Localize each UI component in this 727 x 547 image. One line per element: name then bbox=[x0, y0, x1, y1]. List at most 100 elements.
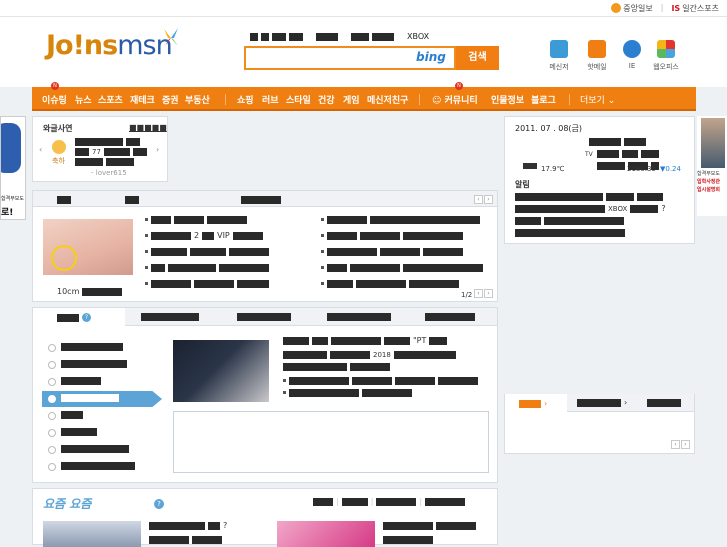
right-tab[interactable] bbox=[647, 398, 684, 407]
topic-radio[interactable] bbox=[48, 344, 56, 352]
news-photo[interactable] bbox=[43, 219, 133, 275]
chevron-right-icon[interactable]: › bbox=[484, 289, 493, 298]
topic-radio[interactable] bbox=[48, 378, 56, 386]
news-headline[interactable] bbox=[145, 247, 272, 259]
news-headline[interactable] bbox=[321, 263, 486, 275]
news-headline[interactable] bbox=[321, 215, 483, 227]
chevron-left-icon[interactable]: ‹ bbox=[474, 195, 483, 204]
topic-photo[interactable] bbox=[173, 340, 269, 402]
ezine-headline[interactable] bbox=[383, 535, 436, 547]
topic-tab[interactable] bbox=[237, 312, 294, 321]
photo-caption[interactable]: 10cm bbox=[57, 287, 125, 299]
topic-text[interactable]: 2018 bbox=[283, 350, 459, 362]
help-icon[interactable]: ? bbox=[82, 313, 91, 322]
topic-item[interactable] bbox=[61, 444, 132, 456]
search-tab[interactable] bbox=[250, 32, 306, 41]
info-line[interactable] bbox=[589, 137, 649, 149]
nav-item[interactable]: 재테크 bbox=[130, 93, 155, 106]
news-headline[interactable] bbox=[145, 215, 250, 227]
right-tab-active[interactable]: › bbox=[505, 394, 567, 412]
nav-item[interactable]: 이슈링 bbox=[42, 93, 67, 106]
news-tab[interactable] bbox=[57, 195, 74, 204]
topic-radio[interactable] bbox=[48, 412, 56, 420]
topic-item[interactable] bbox=[61, 342, 126, 354]
nav-item[interactable]: 블로그 bbox=[531, 93, 556, 106]
ezine-headline[interactable] bbox=[383, 521, 479, 533]
nav-item[interactable]: 스포츠 bbox=[98, 93, 123, 106]
chevron-left-icon[interactable]: ‹ bbox=[39, 145, 42, 154]
ezine-tabs[interactable]: | | | bbox=[313, 497, 468, 509]
messenger-link[interactable]: 메신저 bbox=[546, 40, 572, 72]
topic-item[interactable] bbox=[61, 376, 104, 388]
chevron-right-icon[interactable]: › bbox=[681, 440, 690, 449]
topic-radio-selected[interactable] bbox=[48, 395, 56, 403]
topic-link[interactable] bbox=[283, 388, 415, 400]
nav-item[interactable]: 게임 bbox=[343, 93, 360, 106]
topic-link[interactable] bbox=[283, 376, 481, 388]
topic-item[interactable] bbox=[61, 461, 138, 473]
hotmail-link[interactable]: 핫메일 bbox=[584, 40, 610, 72]
help-icon[interactable]: ? bbox=[154, 499, 164, 509]
news-headline[interactable] bbox=[321, 231, 466, 243]
nav-item[interactable]: 메신저친구 bbox=[367, 93, 408, 106]
notice-item[interactable]: XBOX? bbox=[515, 204, 666, 216]
notice-item[interactable] bbox=[515, 192, 666, 204]
ezine-photo[interactable] bbox=[277, 521, 375, 547]
topic-comment-box[interactable] bbox=[173, 411, 489, 473]
topic-tab-active[interactable]: ? bbox=[33, 308, 125, 326]
ezine-headline[interactable]: ? bbox=[149, 521, 227, 533]
info-line[interactable] bbox=[597, 149, 662, 161]
notice-item[interactable] bbox=[515, 228, 628, 240]
nav-item[interactable]: 증권 bbox=[162, 93, 179, 106]
chevron-right-icon[interactable]: › bbox=[156, 145, 159, 154]
topic-radio[interactable] bbox=[48, 429, 56, 437]
nav-more[interactable]: 더보기 ⌄ bbox=[580, 93, 615, 106]
right-tab[interactable]: › bbox=[577, 398, 627, 407]
ezine-logo[interactable]: 요즘 요즘 bbox=[43, 495, 91, 512]
nav-item[interactable]: 건강 bbox=[318, 93, 335, 106]
chevron-left-icon[interactable]: ‹ bbox=[474, 289, 483, 298]
nav-item[interactable]: 쇼핑 bbox=[237, 93, 254, 106]
search-tab[interactable] bbox=[316, 32, 341, 41]
search-tab-xbox[interactable]: XBOX bbox=[407, 32, 429, 41]
topic-item[interactable] bbox=[61, 359, 130, 371]
nav-item[interactable]: 스타일 bbox=[286, 93, 311, 106]
ilgan-sports-link[interactable]: IS 일간스포츠 bbox=[671, 3, 719, 14]
topic-item[interactable] bbox=[61, 393, 122, 405]
topic-tab[interactable] bbox=[327, 312, 394, 321]
notice-item[interactable] bbox=[515, 216, 627, 228]
chevron-left-icon[interactable]: ‹ bbox=[671, 440, 680, 449]
news-headline[interactable]: 2 VIP bbox=[145, 231, 266, 243]
topic-radio[interactable] bbox=[48, 463, 56, 471]
nav-item[interactable]: 인물정보 bbox=[491, 93, 524, 106]
joongang-link[interactable]: 중앙일보 bbox=[611, 3, 653, 14]
news-headline[interactable] bbox=[321, 247, 466, 259]
search-button[interactable]: 검색 bbox=[456, 46, 499, 70]
topic-headline[interactable]: "PT bbox=[283, 336, 450, 348]
topic-radio[interactable] bbox=[48, 446, 56, 454]
topic-text[interactable] bbox=[283, 362, 393, 374]
nav-item[interactable]: 러브 bbox=[262, 93, 279, 106]
news-headline[interactable] bbox=[321, 279, 462, 291]
weboffice-link[interactable]: 웹오피스 bbox=[653, 40, 679, 72]
topic-tab[interactable] bbox=[425, 312, 478, 321]
waagle-text-line[interactable] bbox=[75, 157, 137, 169]
left-side-banner[interactable]: 합격부모도 로! bbox=[0, 116, 26, 220]
search-tab[interactable] bbox=[351, 32, 397, 41]
nav-item-community[interactable]: ☺ 커뮤니티 bbox=[432, 93, 478, 106]
topic-radio[interactable] bbox=[48, 361, 56, 369]
topic-tab[interactable] bbox=[141, 312, 202, 321]
news-tab[interactable] bbox=[241, 195, 284, 204]
nav-item[interactable]: 부동산 bbox=[185, 93, 210, 106]
news-tab[interactable] bbox=[125, 195, 142, 204]
chevron-right-icon[interactable]: › bbox=[484, 195, 493, 204]
ezine-headline[interactable] bbox=[149, 535, 225, 547]
site-logo[interactable]: Jo!nsmsn bbox=[46, 30, 173, 61]
ie-link[interactable]: IE bbox=[619, 40, 645, 70]
nav-item[interactable]: 뉴스 bbox=[75, 93, 92, 106]
news-headline[interactable] bbox=[145, 279, 272, 291]
topic-item[interactable] bbox=[61, 410, 86, 422]
ezine-photo[interactable] bbox=[43, 521, 141, 547]
right-side-banner[interactable]: 합격부모도 입학사정관 입시설명회 bbox=[697, 116, 727, 216]
news-headline[interactable] bbox=[145, 263, 272, 275]
